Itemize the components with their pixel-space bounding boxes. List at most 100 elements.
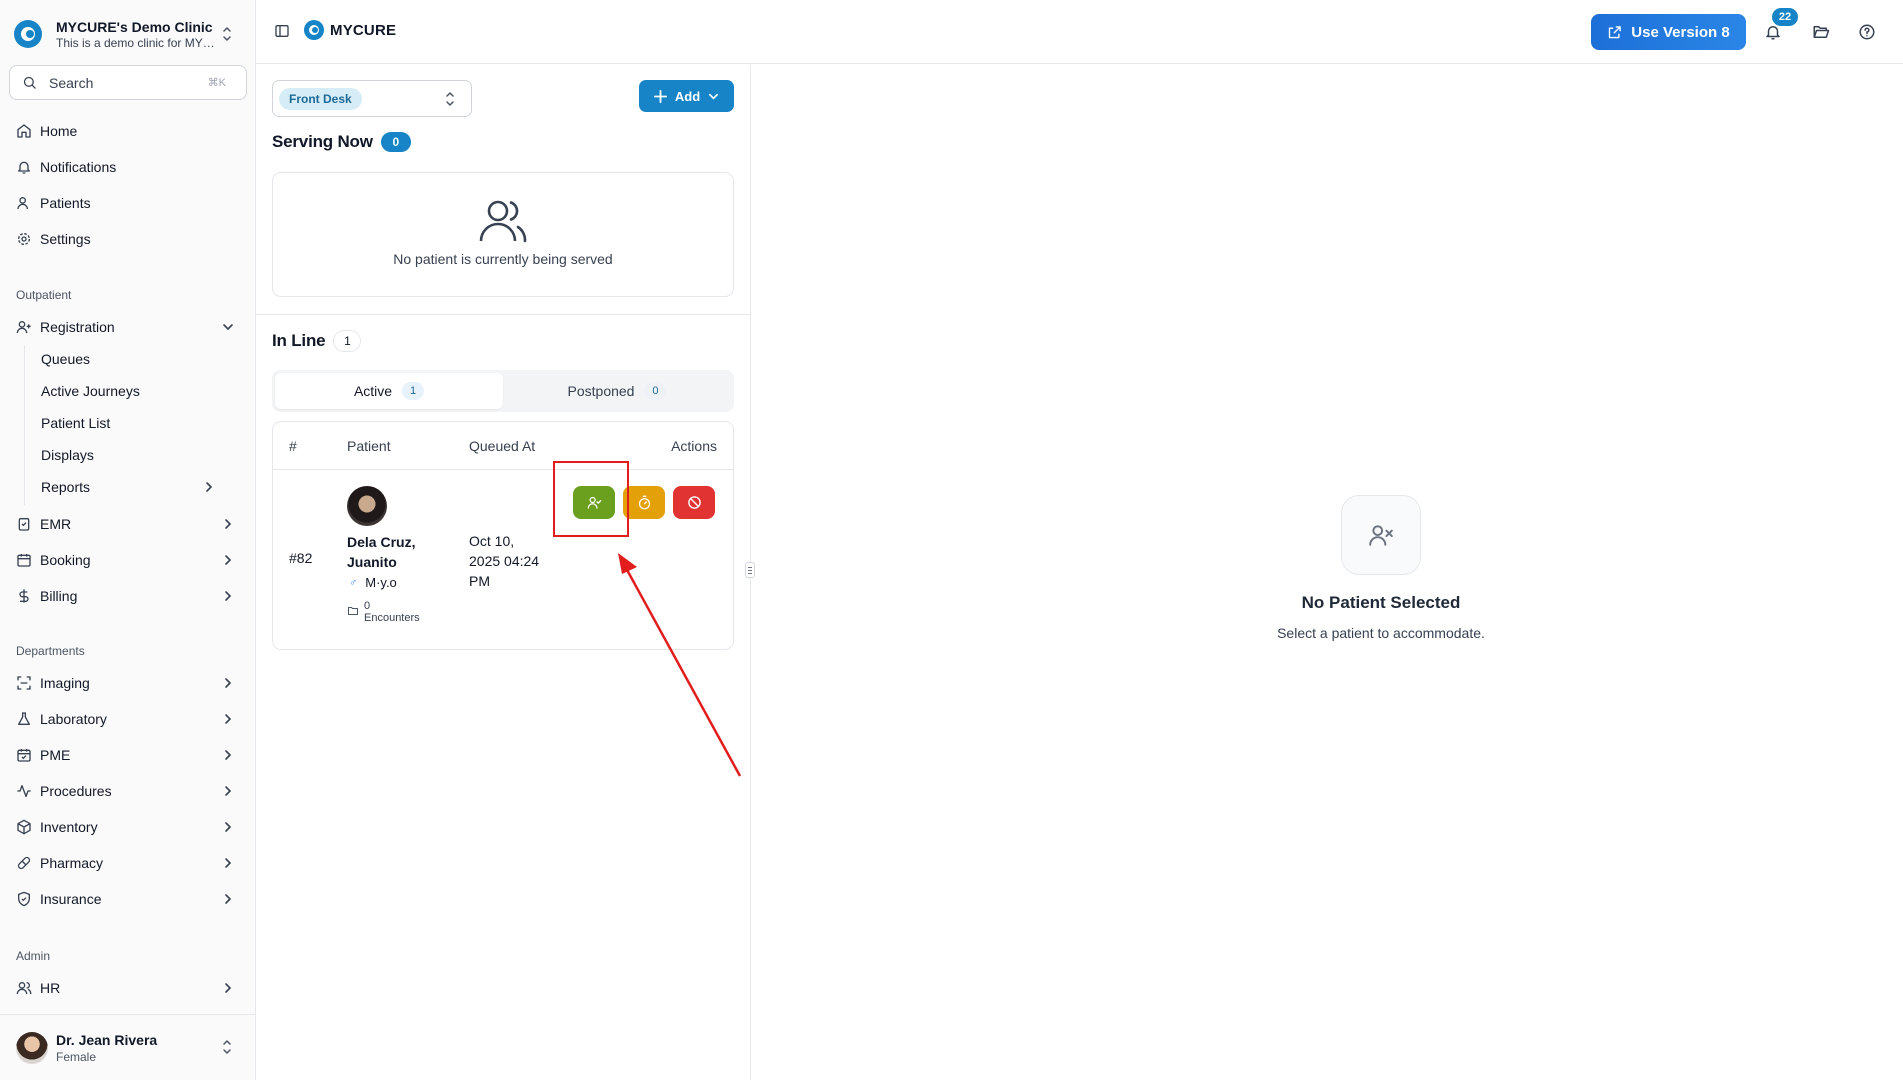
- queue-panel: Front Desk Add Serving Now 0 No patient …: [256, 65, 751, 1080]
- nav-notifications-label: Notifications: [40, 159, 117, 175]
- use-version-label: Use Version 8: [1631, 23, 1730, 41]
- nav-laboratory[interactable]: Laboratory: [16, 706, 242, 732]
- brand-logo-icon: [304, 20, 324, 40]
- submenu-guide: [24, 345, 25, 505]
- nav-booking-label: Booking: [40, 552, 91, 568]
- pill-icon: [17, 856, 31, 870]
- nav-booking[interactable]: Booking: [16, 547, 242, 573]
- ban-icon: [687, 496, 701, 509]
- nav-inventory[interactable]: Inventory: [16, 814, 242, 840]
- patient-demographics: ♂ M·y.o: [347, 575, 397, 590]
- nav-insurance-label: Insurance: [40, 891, 102, 907]
- chevrons-up-down-icon: [220, 24, 234, 44]
- nav-hr[interactable]: HR: [16, 975, 242, 1001]
- panel-resize-handle[interactable]: [745, 562, 755, 578]
- section-divider: [256, 314, 751, 315]
- sidebar-toggle-icon[interactable]: [274, 23, 290, 39]
- chevron-right-icon: [225, 714, 232, 724]
- sub-item-reports[interactable]: Reports: [41, 475, 221, 499]
- search-icon: [23, 76, 36, 89]
- search-input[interactable]: Search ⌘K: [9, 65, 247, 100]
- user-menu[interactable]: Dr. Jean Rivera Female: [0, 1014, 256, 1080]
- table-header: # Patient Queued At Actions: [273, 422, 733, 470]
- patient-encounters: 0 Encounters: [347, 600, 447, 624]
- nav-notifications[interactable]: Notifications: [16, 154, 242, 180]
- sub-item-patient-list[interactable]: Patient List: [41, 411, 221, 435]
- tab-postponed-label: Postponed: [567, 383, 635, 399]
- scan-icon: [17, 676, 31, 690]
- shield-check-icon: [18, 891, 30, 907]
- user-plus-icon: [16, 321, 31, 334]
- nav-registration[interactable]: Registration: [16, 314, 242, 340]
- add-button[interactable]: Add: [639, 80, 734, 112]
- search-label: Search: [49, 74, 94, 91]
- nav-patients[interactable]: Patients: [16, 190, 242, 216]
- encounters-count: 0: [364, 600, 371, 612]
- cancel-button[interactable]: [673, 486, 715, 519]
- serving-now-empty-text: No patient is currently being served: [393, 251, 613, 267]
- user-x-icon: [1341, 495, 1421, 575]
- tab-active-count: 1: [402, 382, 425, 400]
- folder-open-icon[interactable]: [1812, 23, 1830, 41]
- nav-procedures[interactable]: Procedures: [16, 778, 242, 804]
- nav-billing-label: Billing: [40, 588, 78, 604]
- queue-number: #82: [289, 550, 313, 566]
- nav-emr-label: EMR: [40, 516, 72, 532]
- nav-billing[interactable]: Billing: [16, 583, 242, 609]
- dollar-icon: [19, 589, 29, 603]
- empty-state-title: No Patient Selected: [1301, 593, 1461, 612]
- use-version-button[interactable]: Use Version 8: [1591, 14, 1746, 50]
- user-sex: Female: [56, 1049, 97, 1064]
- sub-item-displays[interactable]: Displays: [41, 443, 221, 467]
- sub-item-active-journeys[interactable]: Active Journeys: [41, 379, 221, 403]
- sub-item-queues[interactable]: Queues: [41, 347, 221, 371]
- tab-active[interactable]: Active 1: [275, 373, 503, 409]
- chevron-right-icon: [225, 858, 232, 868]
- section-admin: Admin: [16, 949, 51, 963]
- postpone-button[interactable]: [623, 486, 665, 519]
- empty-state-subtitle: Select a patient to accommodate.: [1277, 625, 1485, 641]
- annotation-highlight-box: [553, 461, 629, 537]
- notification-count-badge: 22: [1772, 8, 1798, 26]
- clipboard-icon: [18, 518, 30, 531]
- chevron-right-icon: [225, 591, 232, 601]
- chevron-down-icon: [709, 93, 719, 100]
- station-chip: Front Desk: [279, 87, 362, 110]
- clinic-switcher[interactable]: MYCURE's Demo Clinic This is a demo clin…: [14, 14, 242, 54]
- in-line-title: In Line: [272, 331, 326, 350]
- nav-imaging[interactable]: Imaging: [16, 670, 242, 696]
- chevrons-up-down-icon: [220, 1037, 234, 1057]
- activity-icon: [17, 785, 31, 797]
- column-actions: Actions: [671, 438, 717, 454]
- nav-insurance[interactable]: Insurance: [16, 886, 242, 912]
- nav-settings-label: Settings: [40, 231, 91, 247]
- tab-postponed[interactable]: Postponed 0: [503, 373, 731, 409]
- nav-emr[interactable]: EMR: [16, 511, 242, 537]
- column-queued-at: Queued At: [469, 438, 536, 454]
- user-name: Dr. Jean Rivera: [56, 1031, 158, 1048]
- chevron-right-icon: [225, 786, 232, 796]
- help-icon[interactable]: [1858, 23, 1876, 41]
- nav-pharmacy[interactable]: Pharmacy: [16, 850, 242, 876]
- box-icon: [17, 819, 31, 835]
- user-avatar: [16, 1031, 48, 1064]
- nav-procedures-label: Procedures: [40, 783, 112, 799]
- nav-pme-label: PME: [40, 747, 71, 763]
- home-icon: [17, 124, 31, 138]
- nav-settings[interactable]: Settings: [16, 226, 242, 252]
- patient-name[interactable]: Dela Cruz, Juanito: [347, 532, 447, 572]
- clinic-name: MYCURE's Demo Clinic: [56, 18, 213, 35]
- calendar-icon: [17, 554, 31, 567]
- external-link-icon: [1609, 25, 1622, 38]
- nav-inventory-label: Inventory: [40, 819, 98, 835]
- chevron-right-icon: [225, 750, 232, 760]
- station-select[interactable]: Front Desk: [272, 80, 472, 117]
- timer-icon: [638, 495, 650, 510]
- section-outpatient: Outpatient: [16, 288, 72, 302]
- calendar-check-icon: [17, 749, 31, 762]
- search-shortcut: ⌘K: [207, 77, 226, 89]
- nav-pme[interactable]: PME: [16, 742, 242, 768]
- nav-home[interactable]: Home: [16, 118, 242, 144]
- chevron-right-icon: [225, 983, 232, 993]
- nav-hr-label: HR: [40, 980, 61, 996]
